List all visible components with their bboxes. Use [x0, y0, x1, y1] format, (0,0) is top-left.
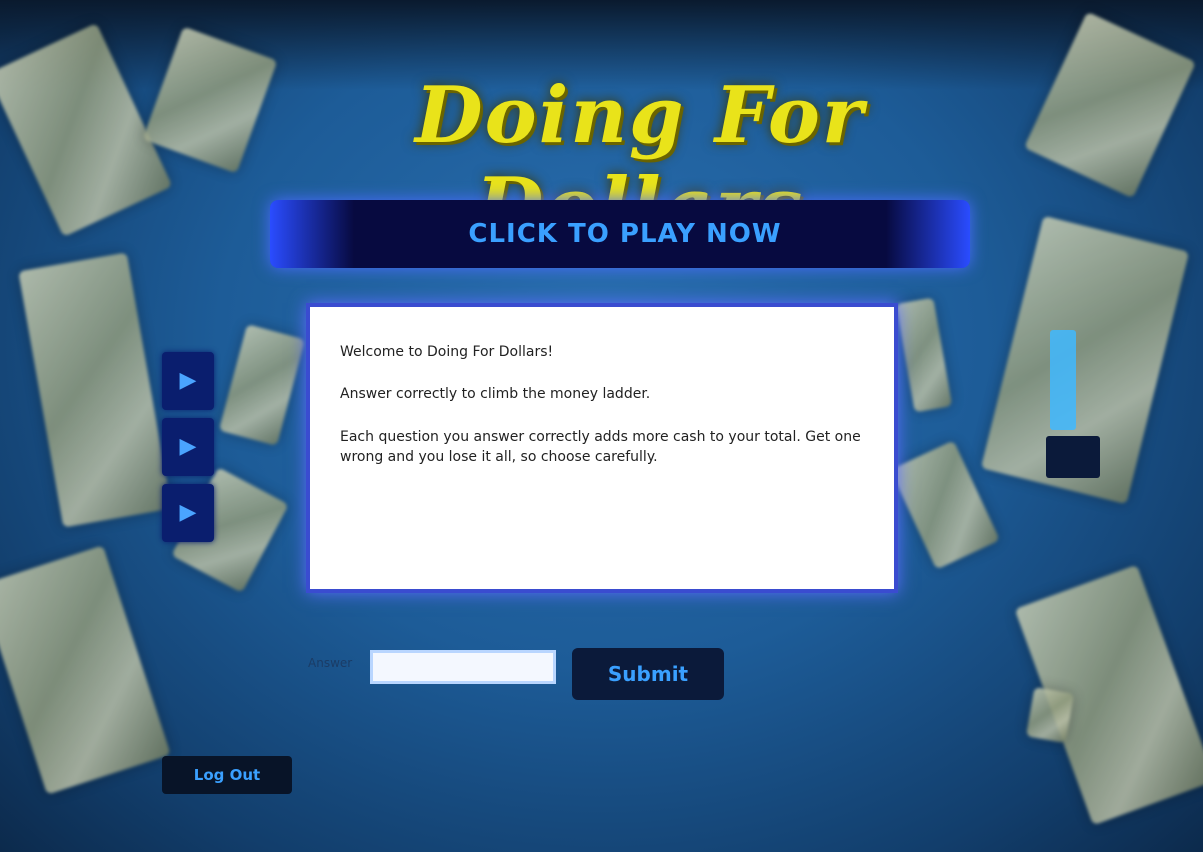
submit-button[interactable]: Submit — [572, 648, 724, 700]
side-nav: ▶ ▶ ▶ — [162, 352, 214, 550]
arrow-right-icon: ▶ — [179, 434, 197, 459]
answer-input[interactable] — [370, 650, 556, 684]
play-banner-label[interactable]: CLICK TO PLAY NOW — [410, 214, 840, 254]
game-title: Doing For Dollars — [415, 70, 865, 252]
side-nav-button-1[interactable]: ▶ — [162, 352, 214, 410]
content-line-2: Answer correctly to climb the money ladd… — [340, 386, 651, 402]
content-message: Each question you answer correctly adds … — [340, 429, 861, 465]
meter-base — [1046, 436, 1100, 478]
money-bill-image — [1025, 686, 1075, 744]
money-bill-image — [218, 324, 306, 446]
right-widget — [1036, 320, 1116, 480]
side-nav-button-2[interactable]: ▶ — [162, 418, 214, 476]
content-line-1: Welcome to Doing For Dollars! — [340, 344, 554, 360]
arrow-right-icon: ▶ — [179, 368, 197, 393]
money-bill-image — [18, 252, 172, 528]
answer-label: Answer — [308, 656, 353, 670]
content-panel: Welcome to Doing For Dollars! Answer cor… — [306, 303, 898, 593]
side-nav-button-3[interactable]: ▶ — [162, 484, 214, 542]
meter-bar — [1050, 330, 1076, 430]
logout-button[interactable]: Log Out — [162, 756, 292, 794]
arrow-right-icon: ▶ — [179, 500, 197, 525]
money-bill-image — [895, 297, 953, 413]
money-bill-image — [0, 545, 171, 795]
